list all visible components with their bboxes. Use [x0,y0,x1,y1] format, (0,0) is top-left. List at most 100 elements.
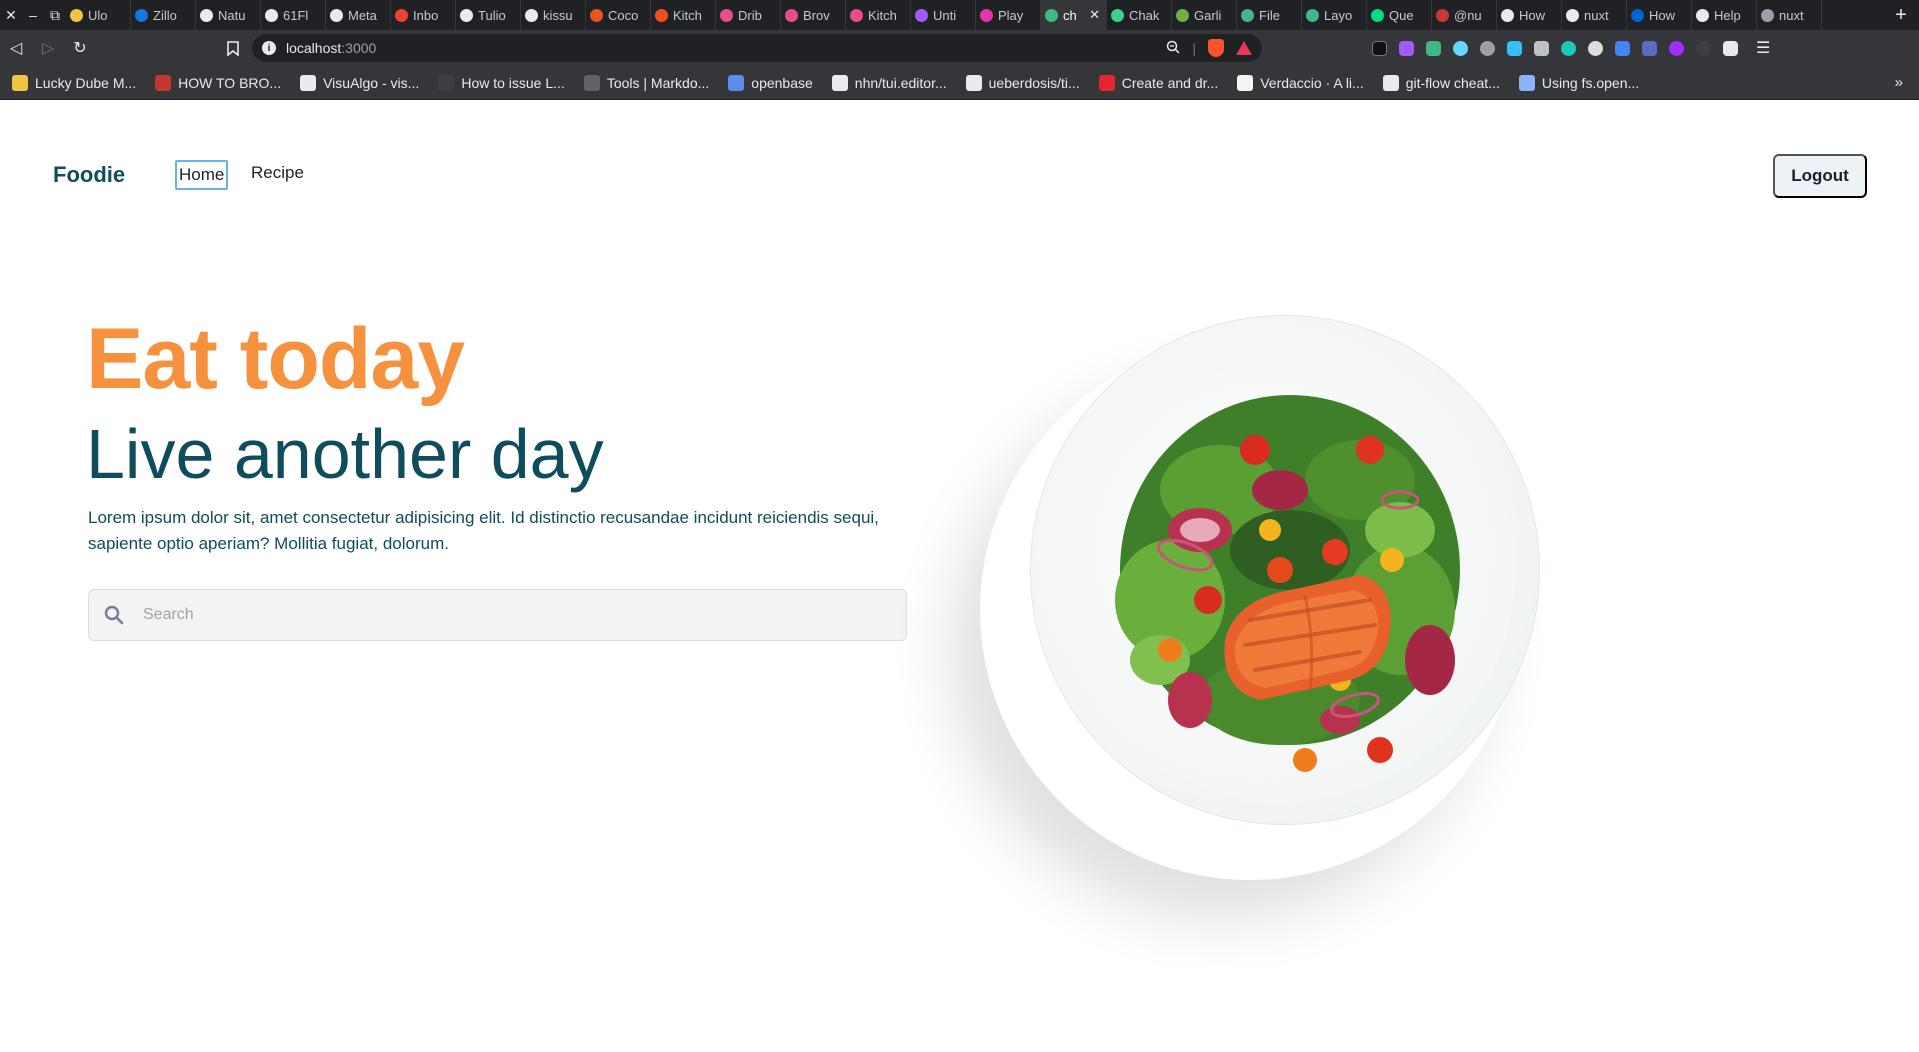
browser-tab[interactable]: nuxt [1562,0,1627,30]
browser-tab[interactable]: kissu [521,0,586,30]
bookmark-label: openbase [751,74,813,91]
bookmark-item[interactable]: openbase [728,74,813,91]
extension-icon[interactable] [1372,40,1387,56]
address-bar[interactable]: i localhost:3000 | [252,34,1262,62]
search-input[interactable] [139,606,879,624]
bookmarks-overflow-icon[interactable]: » [1895,74,1903,91]
browser-tab[interactable]: Ulo [66,0,131,30]
brave-rewards-icon[interactable] [1236,41,1252,55]
bookmark-label: git-flow cheat... [1405,74,1500,91]
extension-icon[interactable] [1534,40,1549,56]
bookmark-item[interactable]: git-flow cheat... [1382,74,1500,91]
extension-icon[interactable] [1480,40,1495,56]
extension-icon[interactable] [1669,40,1684,56]
tab-label: Zillo [153,7,177,23]
bookmark-item[interactable]: VisuAlgo - vis... [300,74,419,91]
tab-favicon-icon [460,8,473,22]
tab-favicon-icon [1306,8,1319,22]
bookmark-item[interactable]: Verdaccio · A li... [1237,74,1364,91]
close-window-icon[interactable]: ✕ [0,0,22,30]
tab-favicon-icon [1241,8,1254,22]
nav-link-recipe[interactable]: Recipe [249,160,306,186]
browser-tab[interactable]: 61Fl [261,0,326,30]
browser-tab[interactable]: nuxt [1757,0,1822,30]
browser-tab[interactable]: Play [976,0,1041,30]
site-info-icon[interactable]: i [262,41,276,55]
tab-favicon-icon [655,8,668,22]
browser-tab[interactable]: Zillo [131,0,196,30]
browser-tab[interactable]: Que [1367,0,1432,30]
menu-icon[interactable]: ☰ [1756,38,1770,58]
tab-favicon-icon [785,8,798,22]
extension-icon[interactable] [1399,40,1414,56]
bookmark-icon[interactable] [218,40,248,56]
bookmark-item[interactable]: Tools | Markdo... [583,74,710,91]
extension-icon[interactable] [1426,40,1441,56]
bookmark-item[interactable]: nhn/tui.editor... [831,74,947,91]
extension-icon[interactable] [1507,40,1522,56]
back-icon[interactable]: ◁ [0,32,32,64]
minimize-window-icon[interactable]: – [22,0,44,30]
browser-tab[interactable]: Kitch [651,0,716,30]
browser-tab[interactable]: Layo [1302,0,1367,30]
extension-icon[interactable] [1696,40,1711,56]
extensions-puzzle-icon[interactable] [1723,40,1738,56]
browser-tab[interactable]: Natu [196,0,261,30]
extension-icon[interactable] [1453,40,1468,56]
extension-icon[interactable] [1615,40,1630,56]
logout-button[interactable]: Logout [1773,154,1867,198]
tab-label: Ulo [88,7,108,23]
forward-icon[interactable]: ▷ [32,32,64,64]
tab-favicon-icon [850,8,863,22]
extension-icon[interactable] [1588,40,1603,56]
browser-tab[interactable]: ch ✕ [1041,0,1107,30]
tab-favicon-icon [915,8,928,22]
bookmark-favicon-icon [12,74,28,91]
browser-tab[interactable]: Help [1692,0,1757,30]
nav-link-home[interactable]: Home [175,160,229,190]
tab-favicon-icon [720,8,733,22]
browser-tab[interactable]: Unti [911,0,976,30]
browser-tab[interactable]: Brov [781,0,846,30]
hero-title: Eat today [86,311,465,407]
browser-tab[interactable]: How [1497,0,1562,30]
bookmark-favicon-icon [831,74,848,91]
browser-toolbar: ◁ ▷ ↻ i localhost:3000 | ☰ [0,30,1919,66]
brand-logo[interactable]: Foodie [53,162,125,188]
bookmark-item[interactable]: Create and dr... [1098,74,1218,91]
bookmark-item[interactable]: How to issue L... [438,74,565,91]
bookmark-label: Tools | Markdo... [606,74,710,91]
bookmark-item[interactable]: ueberdosis/ti... [965,74,1080,91]
brave-shield-icon[interactable] [1208,39,1224,57]
tab-label: nuxt [1584,7,1609,23]
extension-icon[interactable] [1561,40,1576,56]
tab-label: nuxt [1779,7,1804,23]
browser-tab[interactable]: Tulio [456,0,521,30]
zoom-icon[interactable] [1166,40,1180,57]
reload-icon[interactable]: ↻ [64,32,96,64]
new-tab-button[interactable]: + [1883,0,1919,30]
browser-tab[interactable]: File [1237,0,1302,30]
bookmark-item[interactable]: Using fs.open... [1518,74,1640,91]
browser-tab[interactable]: @nu [1432,0,1497,30]
bookmark-item[interactable]: HOW TO BRO... [155,74,281,91]
browser-tab[interactable]: Chak [1107,0,1172,30]
browser-tab[interactable]: Meta [326,0,391,30]
bookmark-favicon-icon [1518,74,1535,91]
browser-tab[interactable]: Coco [586,0,651,30]
browser-tab[interactable]: Kitch [846,0,911,30]
restore-window-icon[interactable]: ⧉ [44,0,66,30]
bookmark-label: Using fs.open... [1541,74,1640,91]
browser-tab[interactable]: Garli [1172,0,1237,30]
tab-favicon-icon [1111,8,1124,22]
search-box[interactable] [88,589,907,641]
address-url[interactable]: localhost:3000 [286,40,376,56]
close-tab-icon[interactable]: ✕ [1089,7,1100,23]
browser-tab[interactable]: Drib [716,0,781,30]
bookmark-item[interactable]: Lucky Dube M... [12,74,136,91]
translate-icon[interactable] [1642,40,1657,56]
page-content: Foodie Home Recipe Logout Eat today Live… [0,100,1919,1052]
bookmark-favicon-icon [728,74,745,91]
browser-tab[interactable]: Inbo [391,0,456,30]
browser-tab[interactable]: How [1627,0,1692,30]
